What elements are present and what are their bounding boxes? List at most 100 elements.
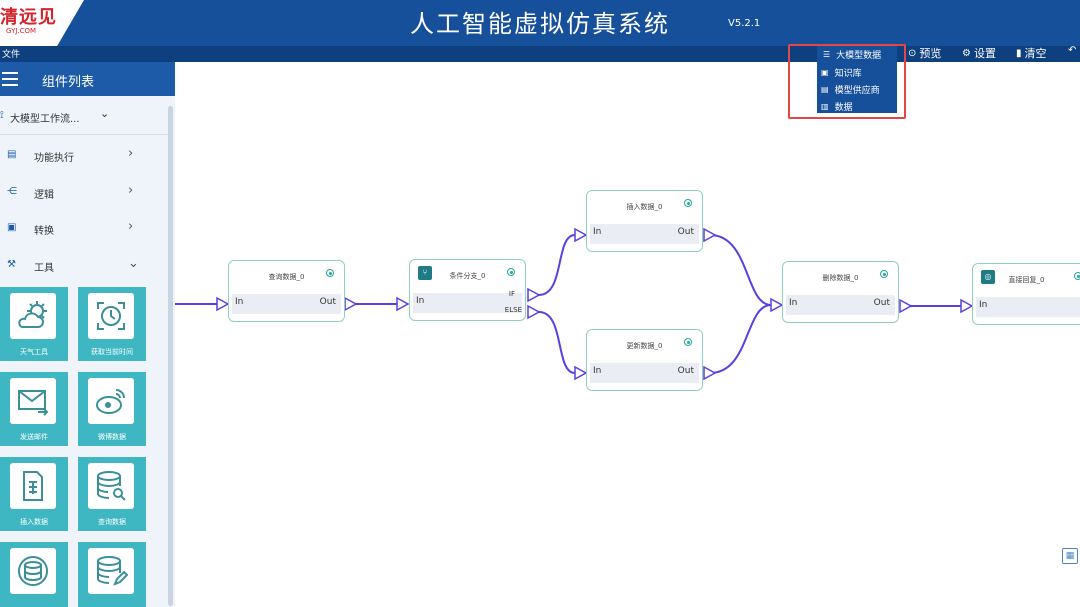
node-input-label: In [789,298,798,308]
database-sync-icon [10,548,56,594]
edge-update-delete [709,304,772,374]
node-status-icon [326,269,334,277]
port-arrow-icon [574,365,588,381]
node-output-label: Out [873,298,890,308]
sidebar-item-logic[interactable]: ⋲ 逻辑 › [0,180,170,206]
clear-button[interactable]: ▮ 清空 [1016,45,1047,61]
sidebar-item-label: 逻辑 [34,190,54,201]
node-insert-data[interactable]: 插入数据_0 In Out [586,190,703,252]
logic-icon: ⋲ [7,186,17,197]
port-arrow-icon [703,227,717,243]
workflow-icon: ⟟ [0,110,4,121]
tool-insert-data[interactable]: 插入数据 [0,457,68,531]
query-data-icon [88,463,134,509]
node-query-data[interactable]: 查询数据_0 In Out [228,260,345,322]
node-condition-branch[interactable]: ⑂ 条件分支_0 In IF ELSE [409,259,526,321]
clock-icon [88,293,134,339]
undo-icon: ↶ [1068,45,1077,56]
chevron-right-icon: › [128,183,134,198]
sidebar-item-label: 工具 [34,263,54,274]
workflow-label: 大模型工作流... [10,114,80,125]
tool-query-data[interactable]: 查询数据 [78,457,146,531]
gear-icon: ⚙ [962,47,971,59]
port-arrow-icon [703,365,717,381]
tool-label: 获取当前时间 [91,348,133,356]
app-header: 清远见 GYJ.COM 人工智能虚拟仿真系统 V5.2.1 [0,0,1080,46]
tool-clock[interactable]: 获取当前时间 [78,287,146,361]
port-arrow-icon [770,297,784,313]
tool-email[interactable]: 发送邮件 [0,372,68,446]
app-title: 人工智能虚拟仿真系统 [410,10,670,38]
undo-button[interactable]: ↶ [1068,45,1076,56]
node-status-icon [1074,272,1080,280]
tool-database-sync[interactable] [0,542,68,607]
tool-label: 发送邮件 [20,433,48,441]
sidebar-item-function[interactable]: ▤ 功能执行 › [0,143,170,169]
sidebar: 组件列表 ⟟ 大模型工作流... ⌄ ▤ 功能执行 › ⋲ 逻辑 › ▣ 转换 … [0,62,175,607]
sidebar-item-label: 转换 [34,226,54,237]
tool-label: 微博数据 [98,433,126,441]
chevron-right-icon: › [128,146,134,161]
settings-label: 设置 [973,47,996,60]
sidebar-item-tools[interactable]: ⚒ 工具 ⌄ [0,253,170,279]
node-input-label: In [593,366,602,376]
minimap-icon[interactable]: ▦ [1062,548,1078,564]
version-label: V5.2.1 [728,18,761,29]
tool-weather[interactable]: 天气工具 [0,287,68,361]
clear-label: 清空 [1024,47,1047,60]
node-output-label: Out [677,366,694,376]
node-status-icon [507,268,515,276]
function-icon: ▤ [7,149,17,160]
node-output-label: Out [677,227,694,237]
port-arrow-icon [574,227,588,243]
node-direct-reply[interactable]: ◎ 直接回复_0 In [972,263,1080,325]
port-arrow-icon [216,296,230,312]
port-arrow-icon [527,287,541,303]
insert-data-icon [10,463,56,509]
sidebar-item-convert[interactable]: ▣ 转换 › [0,216,170,242]
sidebar-item-label: 功能执行 [34,153,74,164]
email-icon [10,378,56,424]
node-input-label: In [416,296,425,306]
port-arrow-icon [960,298,974,314]
sidebar-scrollbar[interactable] [168,106,173,606]
tool-label: 天气工具 [20,348,48,356]
node-delete-data[interactable]: 删除数据_0 In Out [782,261,899,323]
node-output-label: Out [319,297,336,307]
node-title: 直接回复_0 [1008,276,1045,284]
settings-button[interactable]: ⚙ 设置 [962,45,996,61]
edge-if-insert [538,234,576,296]
node-status-icon [880,270,888,278]
sidebar-header: 组件列表 [0,62,175,96]
sidebar-title: 组件列表 [42,75,95,90]
play-icon: ⊙ [908,47,917,59]
node-port-band [976,297,1080,317]
chevron-down-icon: ⌄ [100,107,110,120]
weather-icon [10,293,56,339]
preview-button[interactable]: ⊙ 预览 [908,45,941,61]
divider [0,134,170,135]
port-arrow-icon [527,304,541,320]
node-else-label: ELSE [504,306,522,314]
tool-weibo[interactable]: 微博数据 [78,372,146,446]
workflow-select[interactable]: ⟟ 大模型工作流... ⌄ [0,106,170,128]
node-status-icon [684,338,692,346]
menu-icon[interactable] [2,72,18,86]
tool-label: 插入数据 [20,518,48,526]
database-edit-icon [88,548,134,594]
node-update-data[interactable]: 更新数据_0 In Out [586,329,703,391]
port-arrow-icon [344,296,358,312]
preview-label: 预览 [919,47,942,60]
node-if-label: IF [508,290,515,298]
workflow-canvas[interactable]: 查询数据_0 In Out ⑂ 条件分支_0 In IF ELSE 插入数据_0… [175,62,1080,607]
weibo-icon [88,378,134,424]
tool-database-edit[interactable] [78,542,146,607]
tool-label: 查询数据 [98,518,126,526]
edge-insert-delete [709,234,772,306]
node-input-label: In [593,227,602,237]
port-arrow-icon [396,296,410,312]
edge-else-update [538,311,576,374]
node-input-label: In [979,300,988,310]
menu-file[interactable]: 文件 [2,47,20,60]
tool-icon: ⚒ [7,259,16,270]
